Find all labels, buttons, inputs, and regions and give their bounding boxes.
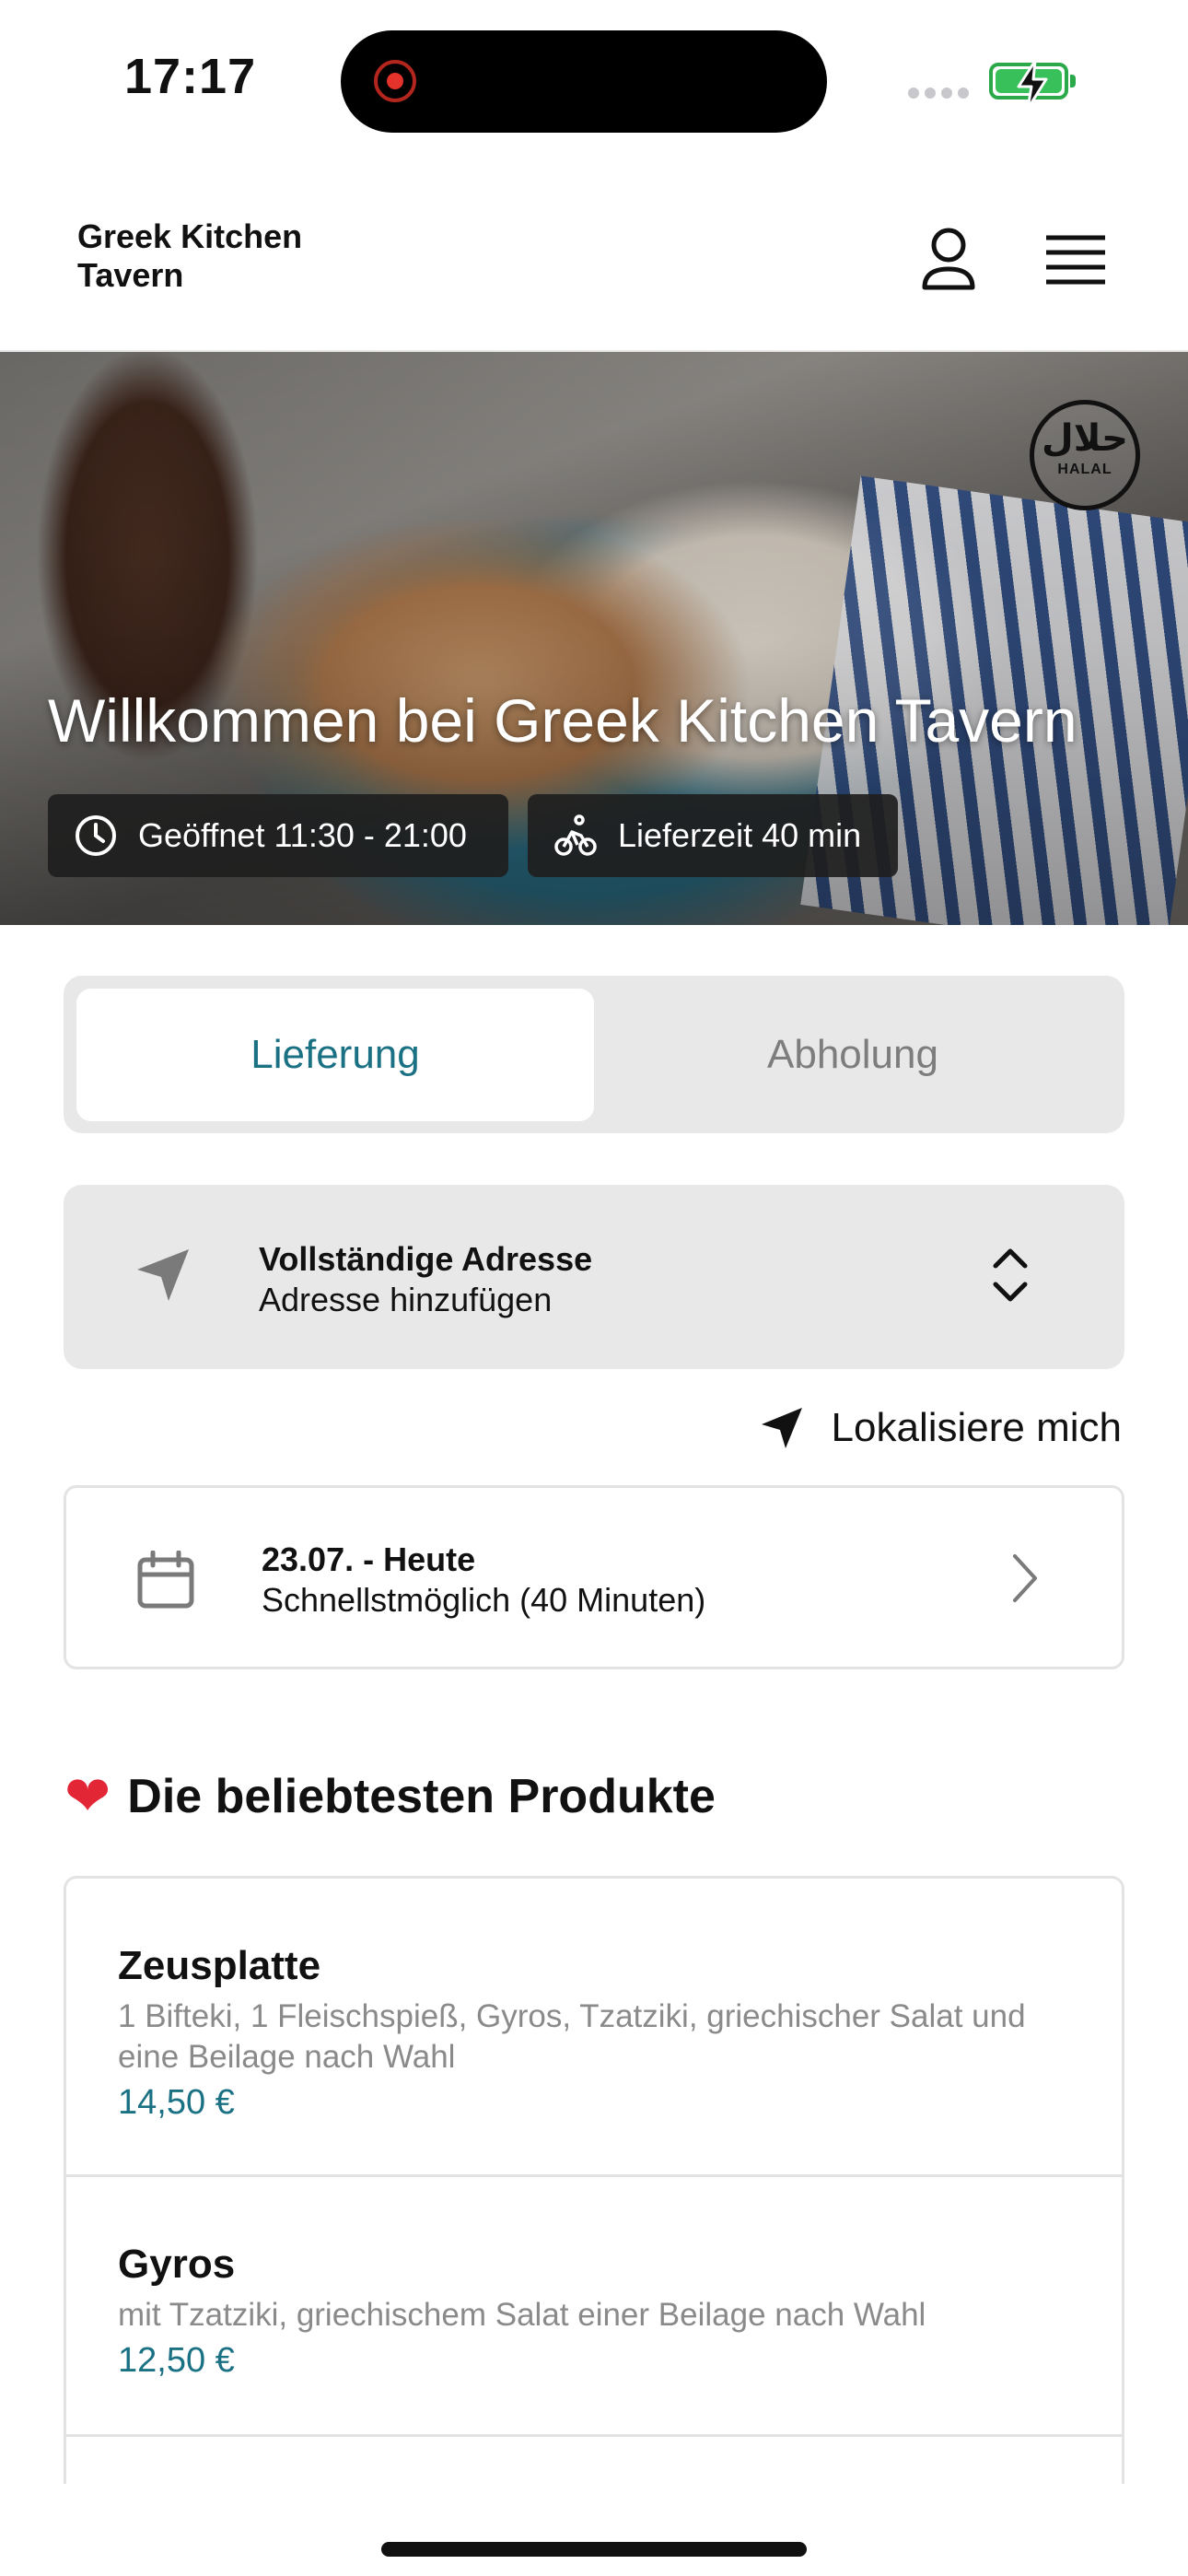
battery-charging-icon (989, 59, 1076, 111)
chevron-right-icon (1013, 1554, 1037, 1602)
app-header: Greek Kitchen Tavern (0, 184, 1188, 352)
user-icon (922, 228, 975, 290)
product-description: mit Tzatziki, griechischem Salat einer B… (118, 2297, 926, 2333)
tab-delivery[interactable]: Lieferung (76, 989, 594, 1121)
status-time: 17:17 (124, 49, 257, 104)
clock-icon (76, 815, 116, 856)
tab-pickup[interactable]: Abholung (594, 989, 1112, 1121)
delivery-time-selector[interactable]: 23.07. - Heute Schnellstmöglich (40 Minu… (64, 1485, 1124, 1669)
locate-me-button[interactable]: Lokalisiere mich (760, 1400, 1122, 1456)
bicycle-courier-icon (554, 814, 597, 856)
popular-products-heading: ❤ Die beliebtesten Produkte (64, 1765, 716, 1827)
locate-me-label: Lokalisiere mich (831, 1405, 1122, 1450)
product-name: Gyros (118, 2242, 236, 2287)
calendar-icon (137, 1551, 194, 1609)
product-price: 12,50 € (118, 2341, 235, 2380)
popular-products-list: Zeusplatte 1 Bifteki, 1 Fleischspieß, Gy… (64, 1876, 1124, 2484)
hero-title: Willkommen bei Greek Kitchen Tavern (48, 686, 1077, 755)
brand-name[interactable]: Greek Kitchen Tavern (77, 217, 372, 295)
product-item[interactable]: Zeusplatte 1 Bifteki, 1 Fleischspieß, Gy… (66, 1879, 1122, 2177)
dynamic-island (341, 30, 827, 133)
product-item[interactable]: Gyros mit Tzatziki, griechischem Salat e… (66, 2177, 1122, 2437)
order-mode-toggle: Lieferung Abholung (64, 976, 1124, 1133)
delivery-time-badge: Lieferzeit 40 min (528, 794, 898, 877)
product-description: 1 Bifteki, 1 Fleischspieß, Gyros, Tzatzi… (118, 1998, 1026, 2075)
navigation-arrow-icon (137, 1249, 189, 1301)
cellular-signal-icon (908, 87, 974, 103)
menu-button[interactable] (1039, 223, 1112, 297)
status-bar: 17:17 (0, 0, 1188, 166)
hero-banner: حلال HALAL Willkommen bei Greek Kitchen … (0, 352, 1188, 925)
hamburger-menu-icon (1046, 235, 1105, 285)
product-name: Zeusplatte (118, 1943, 321, 1988)
product-price: 14,50 € (118, 2083, 235, 2122)
account-button[interactable] (912, 221, 985, 295)
delivery-time-option: Schnellstmöglich (40 Minuten) (262, 1581, 706, 1619)
address-title: Vollständige Adresse (259, 1240, 593, 1278)
halal-badge-icon: حلال HALAL (1030, 400, 1140, 510)
address-subtitle: Adresse hinzufügen (259, 1281, 553, 1318)
delivery-date: 23.07. - Heute (262, 1540, 476, 1578)
home-indicator[interactable] (381, 2542, 807, 2557)
heart-icon: ❤ (64, 1765, 111, 1827)
opening-hours-badge: Geöffnet 11:30 - 21:00 (48, 794, 508, 877)
recording-indicator-icon (374, 60, 416, 102)
location-arrow-icon (761, 1408, 802, 1448)
address-selector[interactable]: Vollständige Adresse Adresse hinzufügen (64, 1185, 1124, 1369)
chevron-up-down-icon (993, 1248, 1028, 1302)
